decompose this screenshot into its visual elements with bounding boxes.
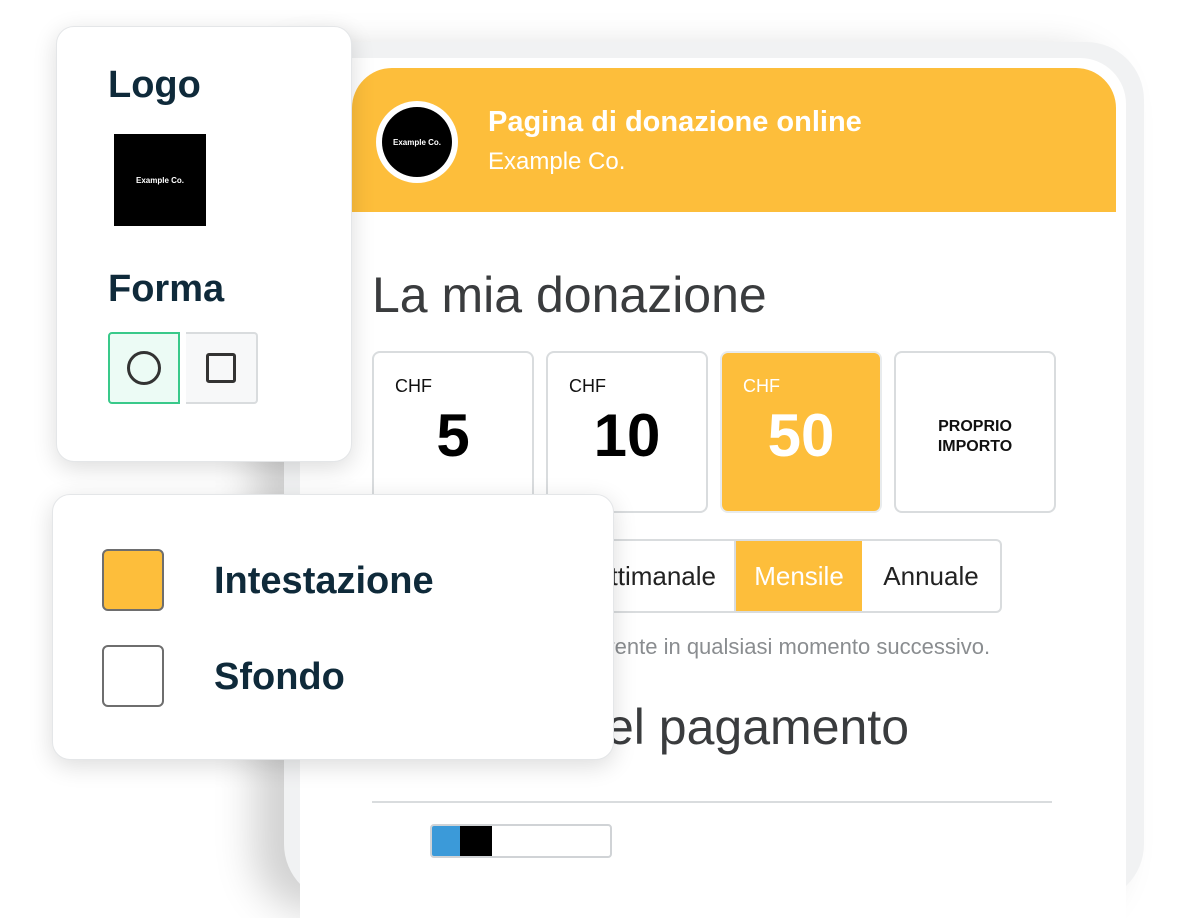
square-icon bbox=[206, 353, 236, 383]
amount-value: 5 bbox=[436, 402, 470, 469]
background-color-label: Sfondo bbox=[214, 656, 345, 698]
divider bbox=[372, 801, 1052, 803]
shape-heading: Forma bbox=[108, 268, 225, 310]
logo-preview[interactable]: Example Co. bbox=[114, 134, 206, 226]
recurring-hint: rrente in qualsiasi momento successivo. bbox=[600, 634, 991, 659]
amount-currency: CHF bbox=[395, 376, 432, 396]
donation-header bbox=[352, 68, 1116, 212]
shape-option-square[interactable] bbox=[186, 332, 258, 404]
custom-amount-line1: PROPRIO bbox=[938, 418, 1012, 435]
shape-option-circle[interactable] bbox=[108, 332, 180, 404]
header-logo: Example Co. bbox=[376, 101, 458, 183]
circle-icon bbox=[127, 351, 161, 385]
custom-amount-label: PROPRIO IMPORTO bbox=[896, 417, 1054, 457]
payment-method-option[interactable] bbox=[430, 824, 612, 858]
color-settings-panel bbox=[52, 494, 614, 760]
custom-amount-option[interactable]: PROPRIO IMPORTO bbox=[894, 351, 1056, 513]
frequency-yearly[interactable]: Annuale bbox=[862, 539, 1002, 613]
amount-option-50[interactable]: CHF 50 bbox=[720, 351, 882, 513]
header-color-swatch[interactable] bbox=[102, 549, 164, 611]
payment-card-black-icon bbox=[460, 826, 492, 856]
header-color-label: Intestazione bbox=[214, 560, 434, 602]
amount-value: 50 bbox=[767, 402, 835, 469]
payment-card-blue-icon bbox=[432, 826, 460, 856]
my-donation-heading: La mia donazione bbox=[372, 267, 767, 323]
header-logo-mark: Example Co. bbox=[382, 107, 452, 177]
background-color-swatch[interactable] bbox=[102, 645, 164, 707]
custom-amount-line2: IMPORTO bbox=[937, 438, 1013, 455]
payment-heading: el pagamento bbox=[606, 699, 910, 755]
logo-heading: Logo bbox=[108, 64, 201, 106]
amount-option-5[interactable]: CHF 5 bbox=[372, 351, 534, 513]
organization-name: Example Co. bbox=[488, 148, 626, 175]
amount-currency: CHF bbox=[743, 376, 780, 396]
amount-currency: CHF bbox=[569, 376, 606, 396]
amount-option-10[interactable]: CHF 10 bbox=[546, 351, 708, 513]
amount-value: 10 bbox=[593, 402, 661, 469]
page-title: Pagina di donazione online bbox=[488, 106, 862, 138]
frequency-monthly[interactable]: Mensile bbox=[734, 539, 864, 613]
